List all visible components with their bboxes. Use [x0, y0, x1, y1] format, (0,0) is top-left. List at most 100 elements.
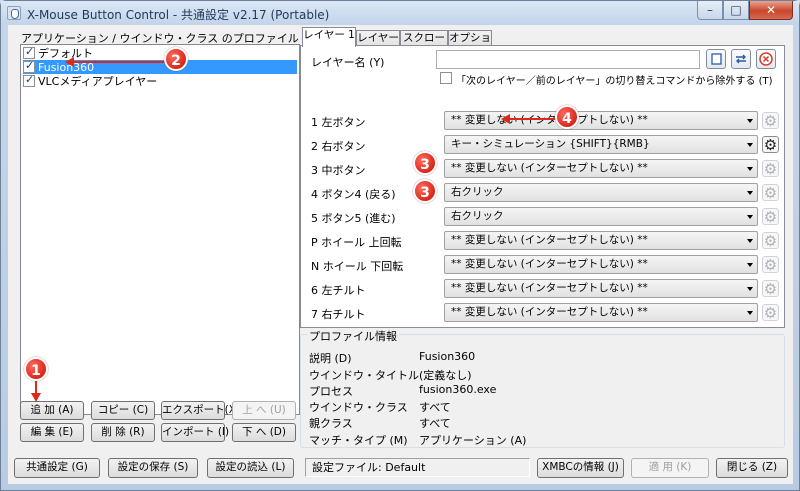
add-profile-button[interactable]: 追 加 (A): [20, 401, 84, 420]
xmbc-info-button[interactable]: XMBCの情報 (J): [537, 458, 624, 478]
tilt-right-action-select[interactable]: ** 変更しない (インターセプトしない) **: [444, 303, 758, 322]
select-value: キー・シミュレーション {SHIFT}{RMB}: [451, 138, 650, 150]
cancel-icon: [759, 52, 773, 66]
info-label: 説明 (D): [309, 352, 352, 365]
tab-layer-2[interactable]: レイヤー 2: [356, 30, 400, 59]
select-value: 右クリック: [451, 210, 504, 222]
tab-scroll[interactable]: スクロール: [400, 30, 448, 59]
import-profile-button[interactable]: インポート (I): [161, 423, 229, 442]
profile-list[interactable]: デフォルト Fusion360 VLCメディアプレイヤー: [20, 44, 300, 415]
export-profile-button[interactable]: エクスポート(X): [161, 401, 240, 420]
minimize-button[interactable]: –: [697, 1, 723, 20]
maximize-button[interactable]: □: [723, 1, 749, 20]
info-label: マッチ・タイプ (M): [309, 434, 408, 447]
dropdown-arrow-icon: [747, 239, 753, 243]
gear-icon[interactable]: ⚙: [762, 256, 779, 274]
load-settings-button[interactable]: 設定の読込 (L): [207, 458, 294, 478]
info-label: 親クラス: [309, 417, 353, 430]
tab-options[interactable]: オプション: [448, 30, 492, 59]
info-value: fusion360.exe: [419, 383, 497, 396]
select-value: ** 変更しない (インターセプトしない) **: [451, 306, 648, 318]
save-settings-button[interactable]: 設定の保存 (S): [108, 458, 198, 478]
annotation-arrow-icon: [501, 114, 510, 124]
info-value: すべて: [419, 401, 451, 414]
row-label: P ホイール 上回転: [311, 236, 402, 249]
annotation-badge-1: 1: [24, 357, 48, 381]
gear-icon[interactable]: ⚙: [762, 304, 779, 322]
info-value: アプリケーション (A): [419, 434, 527, 447]
move-down-button[interactable]: 下 へ (D): [232, 423, 296, 442]
tilt-left-action-select[interactable]: ** 変更しない (インターセプトしない) **: [444, 279, 758, 298]
row-label: 7 右チルト: [311, 308, 366, 321]
info-value: Fusion360: [419, 350, 476, 363]
layer-name-label: レイヤー名 (Y): [311, 56, 385, 69]
clear-layer-button[interactable]: [756, 49, 776, 69]
annotation-badge-3: 3: [413, 179, 437, 203]
button5-action-select[interactable]: 右クリック: [444, 207, 758, 226]
gear-icon[interactable]: ⚙: [762, 184, 779, 202]
dropdown-arrow-icon: [747, 263, 753, 267]
row-label: 1 左ボタン: [311, 116, 366, 129]
window-title: X-Mouse Button Control - 共通設定 v2.17 (Por…: [27, 8, 330, 22]
gear-icon[interactable]: ⚙: [762, 208, 779, 226]
profile-checkbox[interactable]: [23, 45, 35, 59]
copy-profile-button[interactable]: コピー (C): [91, 401, 155, 420]
profile-checkbox[interactable]: [23, 73, 35, 87]
tab-layer-1[interactable]: レイヤー 1: [302, 27, 356, 47]
gear-icon[interactable]: ⚙: [762, 112, 779, 130]
button4-action-select[interactable]: 右クリック: [444, 183, 758, 202]
maximize-icon: □: [730, 3, 742, 17]
mouse-app-icon: [7, 6, 21, 20]
dropdown-arrow-icon: [747, 119, 753, 123]
common-settings-button[interactable]: 共通設定 (G): [14, 458, 100, 478]
annotation-arrow-icon: [31, 393, 41, 402]
row-label: 6 左チルト: [311, 284, 366, 297]
swap-arrows-icon: [736, 54, 746, 64]
info-value: すべて: [419, 417, 451, 430]
edit-profile-button[interactable]: 編 集 (E): [20, 423, 84, 442]
left-button-action-select[interactable]: ** 変更しない (インターセプトしない) **: [444, 111, 758, 130]
settings-file-status: 設定ファイル: Default: [305, 458, 530, 477]
select-value: ** 変更しない (インターセプトしない) **: [451, 114, 648, 126]
select-value: ** 変更しない (インターセプトしない) **: [451, 258, 648, 270]
annotation-badge-2: 2: [164, 47, 188, 71]
gear-icon[interactable]: ⚙: [762, 232, 779, 250]
dropdown-arrow-icon: [747, 215, 753, 219]
select-value: ** 変更しない (インターセプトしない) **: [451, 234, 648, 246]
gear-icon[interactable]: ⚙: [762, 160, 779, 178]
select-value: ** 変更しない (インターセプトしない) **: [451, 162, 648, 174]
profile-info-title: プロファイル情報: [307, 328, 399, 344]
annotation-arrow-line: [508, 118, 556, 120]
move-up-button[interactable]: 上 へ (U): [232, 401, 296, 420]
row-label: 2 右ボタン: [311, 140, 366, 153]
annotation-badge-4: 4: [555, 105, 579, 129]
profile-item-vlc[interactable]: VLCメディアプレイヤー: [23, 73, 297, 88]
row-label: 3 中ボタン: [311, 164, 366, 177]
right-button-action-select[interactable]: キー・シミュレーション {SHIFT}{RMB}: [444, 135, 758, 154]
swap-layer-button[interactable]: [731, 49, 751, 69]
minimize-icon: –: [707, 3, 713, 17]
profile-item-label: VLCメディアプレイヤー: [38, 75, 158, 88]
close-window-button[interactable]: ✕: [749, 1, 793, 20]
exclude-layer-checkbox[interactable]: [440, 72, 452, 84]
wheel-down-action-select[interactable]: ** 変更しない (インターセプトしない) **: [444, 255, 758, 274]
wheel-up-action-select[interactable]: ** 変更しない (インターセプトしない) **: [444, 231, 758, 250]
dropdown-arrow-icon: [747, 311, 753, 315]
layer-name-input[interactable]: [436, 50, 700, 69]
delete-profile-button[interactable]: 削 除 (R): [91, 423, 155, 442]
close-button[interactable]: 閉じる (Z): [716, 458, 788, 478]
middle-button-action-select[interactable]: ** 変更しない (インターセプトしない) **: [444, 159, 758, 178]
apply-button[interactable]: 適 用 (K): [631, 458, 709, 478]
title-bar[interactable]: X-Mouse Button Control - 共通設定 v2.17 (Por…: [1, 1, 799, 25]
profile-checkbox[interactable]: [23, 59, 35, 73]
annotation-arrow-line: [71, 61, 165, 63]
select-value: 右クリック: [451, 186, 504, 198]
info-label: ウインドウ・クラス: [309, 401, 408, 414]
gear-icon[interactable]: ⚙: [762, 136, 779, 154]
annotation-arrow-icon: [65, 57, 74, 67]
info-label: ウインドウ・タイトル: [309, 369, 419, 382]
dropdown-arrow-icon: [747, 167, 753, 171]
copy-layer-button[interactable]: [706, 49, 726, 69]
main-window: X-Mouse Button Control - 共通設定 v2.17 (Por…: [0, 0, 800, 491]
gear-icon[interactable]: ⚙: [762, 280, 779, 298]
